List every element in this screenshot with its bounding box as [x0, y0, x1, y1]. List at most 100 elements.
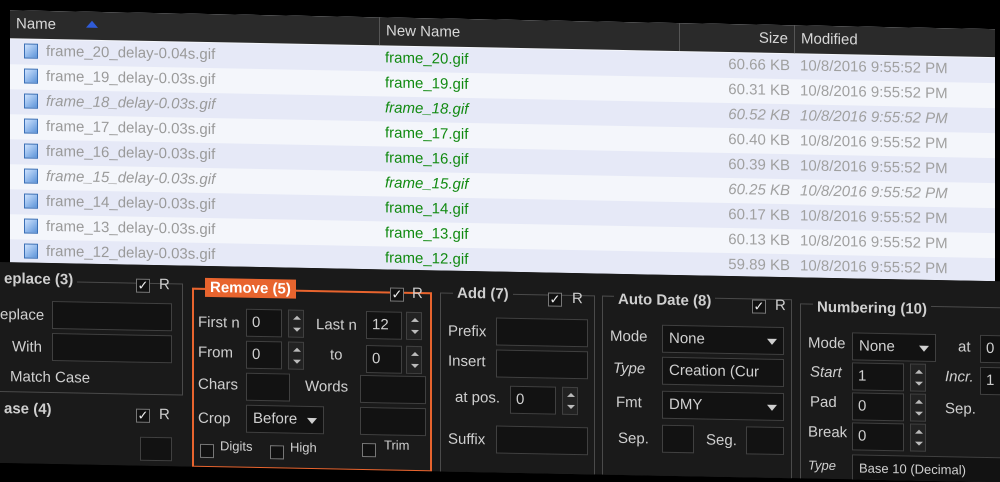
first-n-input[interactable]: 0 [246, 308, 282, 338]
match-case-checkbox[interactable]: Match Case [10, 368, 90, 387]
file-modified: 10/8/2016 9:55:52 PM [800, 132, 948, 153]
replace-title: eplace (3) [0, 270, 78, 289]
column-name-label: Name [16, 15, 57, 34]
num-mode-value: None [859, 337, 895, 356]
file-new-name: frame_19.gif [385, 74, 469, 93]
words-label: Words [305, 377, 349, 396]
trim-checkbox[interactable] [362, 442, 376, 458]
gif-file-icon [24, 218, 38, 234]
column-size[interactable]: Size [680, 23, 795, 54]
from-input[interactable]: 0 [246, 340, 282, 370]
case-exceptions-input[interactable] [140, 436, 172, 462]
num-sep-label: Sep. [945, 400, 976, 418]
insert-input[interactable] [496, 349, 588, 380]
last-n-spinner[interactable] [406, 311, 422, 341]
case-r-label: R [159, 406, 170, 424]
gif-file-icon [24, 143, 38, 159]
num-at-label: at [958, 338, 971, 356]
replace-enable-checkbox[interactable]: ✓ [136, 278, 150, 293]
auto-date-title: Auto Date (8) [614, 290, 716, 310]
num-type-dropdown[interactable]: Base 10 (Decimal) [852, 454, 1000, 482]
num-mode-dropdown[interactable]: None [852, 332, 936, 362]
rename-options-panel: eplace (3) ✓ R eplace With Match Case as… [0, 262, 1000, 482]
remove-r-label: R [412, 284, 423, 303]
remove-enable-checkbox[interactable]: ✓ [390, 287, 404, 302]
with-input[interactable] [52, 332, 172, 364]
date-sep-input[interactable] [662, 424, 694, 454]
high-checkbox[interactable] [270, 445, 284, 460]
auto-date-enable-checkbox[interactable]: ✓ [752, 298, 766, 314]
digits-checkbox[interactable] [200, 443, 214, 459]
prefix-input[interactable] [496, 317, 588, 348]
num-start-spinner[interactable] [910, 363, 926, 392]
replace-input[interactable] [52, 300, 172, 332]
date-fmt-dropdown[interactable]: DMY [662, 390, 784, 422]
at-pos-input[interactable]: 0 [510, 385, 556, 415]
date-mode-dropdown[interactable]: None [662, 324, 784, 356]
crop-label: Crop [198, 409, 231, 428]
num-break-spinner[interactable] [910, 423, 926, 452]
num-start-input[interactable]: 1 [852, 362, 904, 392]
insert-label: Insert [448, 352, 486, 371]
num-pad-spinner[interactable] [910, 393, 926, 422]
case-enable-checkbox[interactable]: ✓ [136, 408, 150, 423]
to-spinner[interactable] [406, 345, 422, 375]
chevron-down-icon [307, 417, 317, 425]
crop-dropdown-value: Before [253, 409, 298, 428]
to-input[interactable]: 0 [366, 345, 402, 374]
num-break-input[interactable]: 0 [852, 422, 904, 452]
last-n-input[interactable]: 12 [366, 311, 402, 340]
num-at-input[interactable]: 0 [980, 334, 1000, 364]
file-size: 60.31 KB [728, 80, 790, 100]
trim-label: Trim [384, 437, 410, 453]
gif-file-icon [24, 68, 38, 84]
chevron-down-icon [919, 345, 929, 352]
add-r-label: R [572, 289, 583, 308]
file-size: 60.17 KB [728, 205, 790, 225]
num-incr-input[interactable]: 1 [980, 366, 1000, 396]
date-type-label: Type [613, 359, 646, 378]
date-mode-value: None [669, 329, 705, 348]
file-list[interactable]: Name New Name Size Modified frame_20_del… [10, 10, 995, 282]
num-incr-label: Incr. [945, 368, 974, 386]
column-modified[interactable]: Modified [795, 25, 995, 57]
chevron-down-icon [767, 404, 777, 411]
column-size-label: Size [758, 29, 788, 48]
add-enable-checkbox[interactable]: ✓ [548, 292, 562, 307]
file-new-name: frame_18.gif [385, 99, 469, 118]
file-modified: 10/8/2016 9:55:52 PM [800, 57, 948, 78]
file-size: 60.13 KB [728, 230, 790, 250]
auto-date-r-label: R [775, 296, 786, 315]
last-n-label: Last n [316, 316, 357, 334]
file-new-name: frame_13.gif [385, 224, 469, 243]
date-seg-label: Seg. [706, 431, 737, 450]
date-seg-input[interactable] [746, 426, 784, 456]
at-pos-spinner[interactable] [562, 386, 578, 416]
file-name: frame_14_delay-0.03s.gif [46, 192, 216, 214]
column-new-name-label: New Name [386, 22, 461, 41]
chars-input[interactable] [246, 372, 290, 402]
words-input[interactable] [360, 374, 426, 405]
date-mode-label: Mode [610, 327, 648, 346]
gif-file-icon [24, 93, 38, 109]
first-n-spinner[interactable] [288, 309, 304, 338]
suffix-input[interactable] [496, 425, 588, 456]
sort-ascending-icon [86, 20, 98, 28]
num-pad-input[interactable]: 0 [852, 392, 904, 422]
file-modified: 10/8/2016 9:55:52 PM [800, 157, 948, 178]
replace-r-label: R [159, 276, 170, 294]
crop-dropdown[interactable]: Before [246, 404, 324, 435]
file-modified: 10/8/2016 9:55:52 PM [800, 82, 948, 103]
file-name: frame_16_delay-0.03s.gif [46, 142, 216, 164]
crop-input[interactable] [360, 406, 426, 437]
column-new-name[interactable]: New Name [380, 17, 680, 52]
at-pos-label: at pos. [455, 388, 501, 407]
from-spinner[interactable] [288, 341, 304, 370]
date-type-dropdown[interactable]: Creation (Cur [662, 356, 784, 388]
file-modified: 10/8/2016 9:55:52 PM [800, 257, 948, 278]
file-modified: 10/8/2016 9:55:52 PM [800, 107, 948, 128]
file-new-name: frame_17.gif [385, 124, 469, 143]
num-mode-label: Mode [808, 334, 846, 353]
num-break-label: Break [808, 423, 848, 442]
date-fmt-label: Fmt [616, 393, 642, 412]
